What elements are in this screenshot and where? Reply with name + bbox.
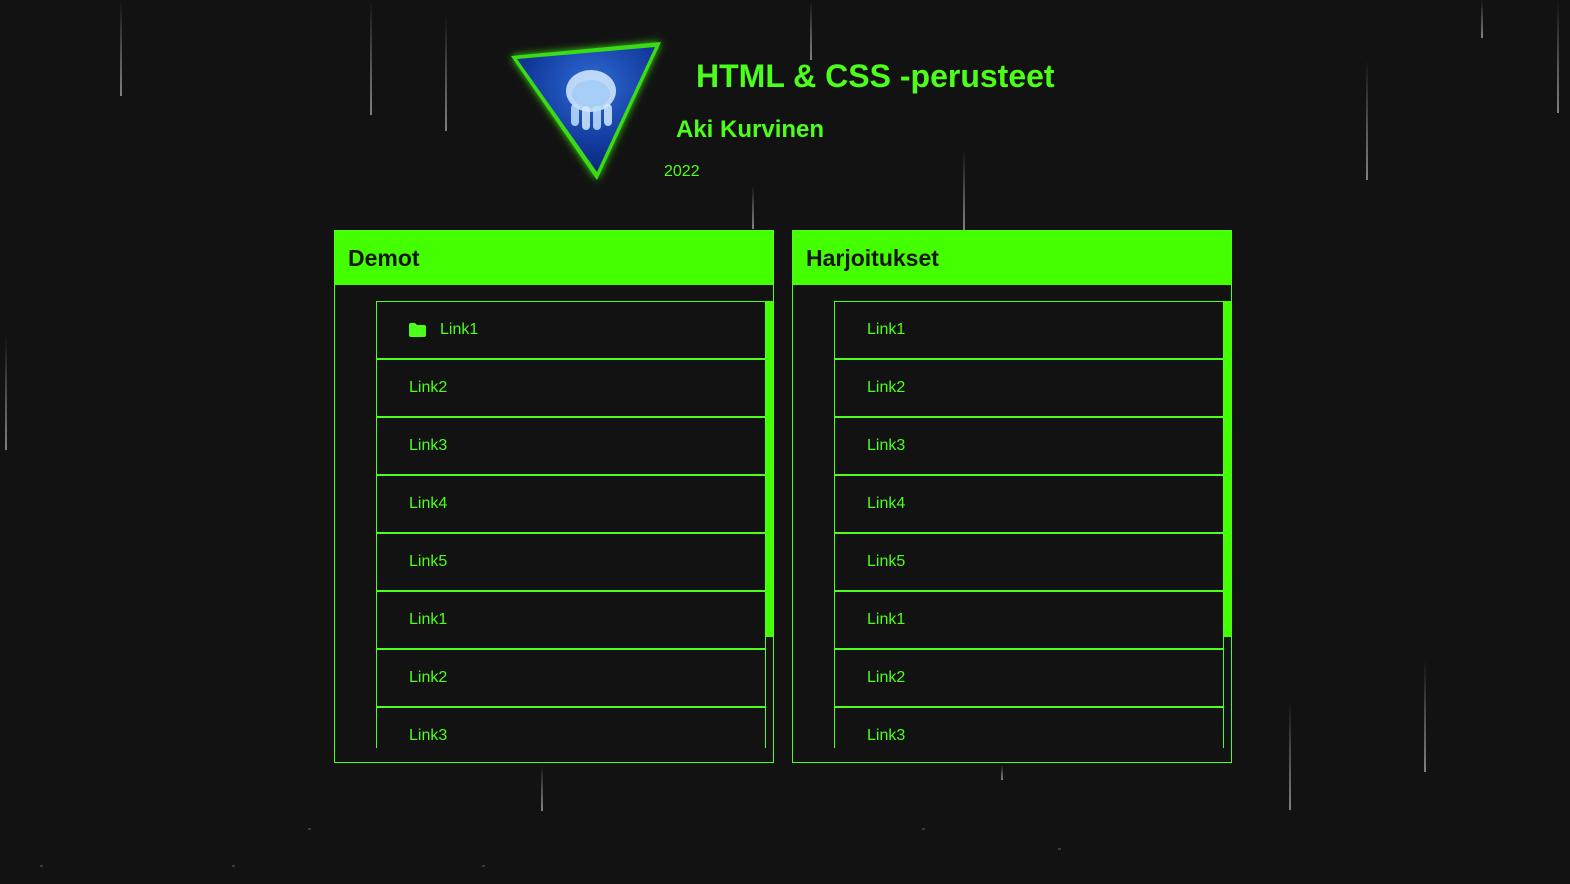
list-item[interactable]: Link1 [835, 302, 1223, 360]
list-item[interactable]: Link1 [835, 592, 1223, 650]
list-item[interactable]: Link3 [377, 418, 765, 476]
list-item[interactable]: Link5 [377, 534, 765, 592]
link-label: Link2 [867, 379, 906, 396]
list-item[interactable]: Link3 [835, 708, 1223, 748]
link-label: Link5 [409, 553, 448, 570]
list-item[interactable]: Link4 [377, 476, 765, 534]
scrollbar-thumb[interactable] [1224, 301, 1231, 637]
link-label: Link1 [440, 321, 479, 338]
list-item[interactable]: Link1 [377, 592, 765, 650]
demot-panel-title: Demot [348, 244, 420, 271]
list-item[interactable]: Link3 [835, 418, 1223, 476]
link-label: Link1 [867, 321, 906, 338]
jellyfish-logo [505, 36, 670, 186]
link-label: Link5 [867, 553, 906, 570]
list-item[interactable]: Link1 [377, 302, 765, 360]
list-item[interactable]: Link3 [377, 708, 765, 748]
year-label: 2022 [664, 163, 700, 180]
demot-panel: Demot Link1 Link2 Link3 Link4 Link5 Link… [334, 230, 774, 763]
scrollbar-thumb[interactable] [766, 301, 773, 637]
link-label: Link2 [409, 379, 448, 396]
harjoitukset-panel-title: Harjoitukset [806, 244, 939, 271]
link-label: Link1 [867, 611, 906, 628]
link-label: Link4 [867, 495, 906, 512]
link-label: Link2 [867, 669, 906, 686]
harjoitukset-panel-header: Harjoitukset [793, 231, 1231, 285]
link-label: Link3 [409, 437, 448, 454]
list-item[interactable]: Link5 [835, 534, 1223, 592]
list-item[interactable]: Link2 [377, 360, 765, 418]
link-label: Link3 [409, 727, 448, 744]
harjoitukset-link-list[interactable]: Link1 Link2 Link3 Link4 Link5 Link1 Link… [834, 301, 1231, 748]
demot-link-list[interactable]: Link1 Link2 Link3 Link4 Link5 Link1 Link… [376, 301, 773, 748]
list-item[interactable]: Link2 [835, 360, 1223, 418]
link-label: Link2 [409, 669, 448, 686]
harjoitukset-panel: Harjoitukset Link1 Link2 Link3 Link4 Lin… [792, 230, 1232, 763]
list-item[interactable]: Link2 [835, 650, 1223, 708]
author-name: Aki Kurvinen [676, 116, 825, 143]
link-label: Link1 [409, 611, 448, 628]
page-title: HTML & CSS -perusteet [696, 58, 1055, 94]
link-label: Link3 [867, 727, 906, 744]
list-item[interactable]: Link2 [377, 650, 765, 708]
link-label: Link4 [409, 495, 448, 512]
folder-icon [409, 323, 426, 337]
list-item[interactable]: Link4 [835, 476, 1223, 534]
demot-panel-header: Demot [335, 231, 773, 285]
link-label: Link3 [867, 437, 906, 454]
